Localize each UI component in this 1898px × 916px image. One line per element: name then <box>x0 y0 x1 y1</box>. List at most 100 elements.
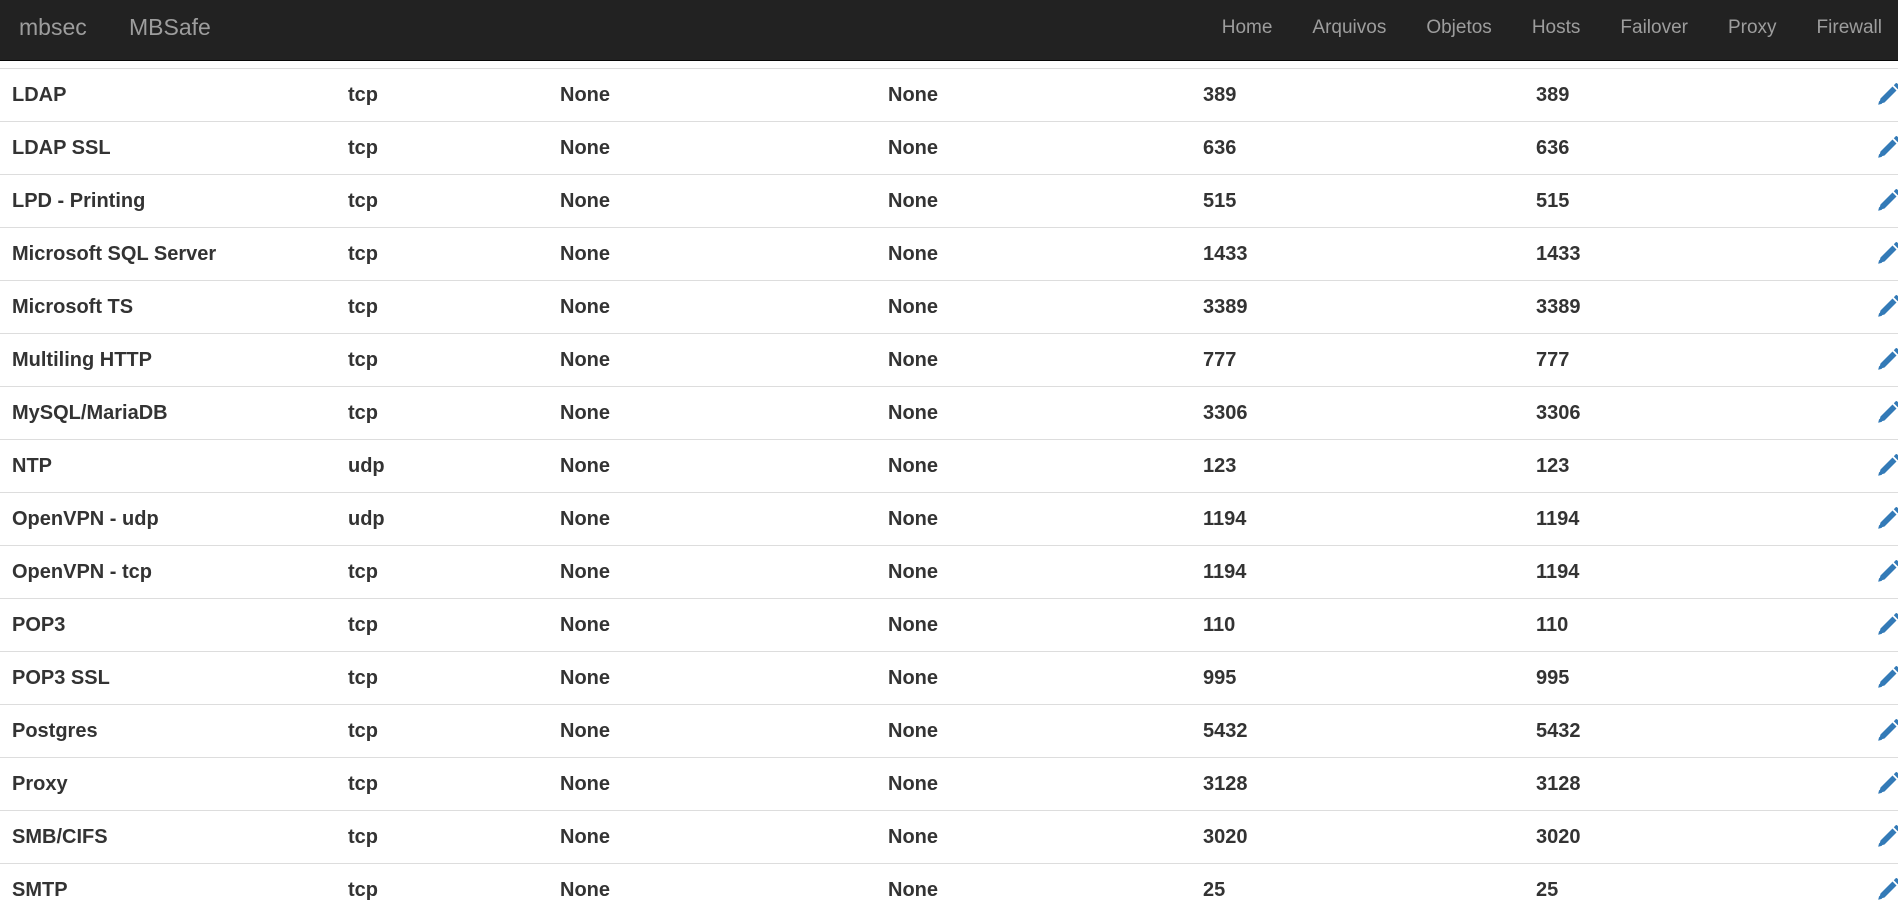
port-start-cell: 777 <box>1191 334 1524 387</box>
source-cell: None <box>548 228 876 281</box>
row-actions <box>1836 705 1898 757</box>
table-row: LDAP tcp None None 389 389 <box>0 69 1898 122</box>
actions-cell <box>1836 387 1898 440</box>
source-cell: None <box>548 69 876 122</box>
destination-cell: None <box>876 546 1191 599</box>
port-start-cell: 3306 <box>1191 387 1524 440</box>
source-cell: None <box>548 652 876 705</box>
row-actions <box>1836 281 1898 333</box>
port-start-cell: 995 <box>1191 652 1524 705</box>
source-cell: None <box>548 387 876 440</box>
table-row: POP3 SSL tcp None None 995 995 <box>0 652 1898 705</box>
destination-cell: None <box>876 705 1191 758</box>
destination-cell: None <box>876 387 1191 440</box>
actions-cell <box>1836 122 1898 175</box>
destination-cell: None <box>876 599 1191 652</box>
table-row: POP3 tcp None None 110 110 <box>0 599 1898 652</box>
destination-cell: None <box>876 652 1191 705</box>
table-row: OpenVPN - udp udp None None 1194 1194 <box>0 493 1898 546</box>
destination-cell: None <box>876 122 1191 175</box>
nav-objetos[interactable]: Objetos <box>1406 0 1511 55</box>
port-start-cell: 110 <box>1191 599 1524 652</box>
brand-mbsafe[interactable]: MBSafe <box>129 0 211 55</box>
pencil-icon[interactable] <box>1874 717 1898 745</box>
row-actions <box>1836 440 1898 492</box>
services-table-container: LDAP tcp None None 389 389 <box>0 68 1898 916</box>
port-start-cell: 389 <box>1191 69 1524 122</box>
row-actions <box>1836 652 1898 704</box>
pencil-icon[interactable] <box>1874 81 1898 109</box>
nav-failover[interactable]: Failover <box>1600 0 1708 55</box>
actions-cell <box>1836 705 1898 758</box>
destination-cell: None <box>876 281 1191 334</box>
nav-home[interactable]: Home <box>1202 0 1293 55</box>
service-name-cell: Multiling HTTP <box>0 334 336 387</box>
pencil-icon[interactable] <box>1874 346 1898 374</box>
port-end-cell: 1433 <box>1524 228 1836 281</box>
port-start-cell: 1194 <box>1191 493 1524 546</box>
row-actions <box>1836 334 1898 386</box>
pencil-icon[interactable] <box>1874 823 1898 851</box>
service-name-cell: OpenVPN - tcp <box>0 546 336 599</box>
pencil-icon[interactable] <box>1874 876 1898 904</box>
table-row: Multiling HTTP tcp None None 777 777 <box>0 334 1898 387</box>
destination-cell: None <box>876 334 1191 387</box>
service-name-cell: Microsoft SQL Server <box>0 228 336 281</box>
protocol-cell: tcp <box>336 705 548 758</box>
pencil-icon[interactable] <box>1874 611 1898 639</box>
table-row: Proxy tcp None None 3128 3128 <box>0 758 1898 811</box>
table-row: Microsoft SQL Server tcp None None 1433 … <box>0 228 1898 281</box>
service-name-cell: MySQL/MariaDB <box>0 387 336 440</box>
source-cell: None <box>548 705 876 758</box>
source-cell: None <box>548 175 876 228</box>
pencil-icon[interactable] <box>1874 293 1898 321</box>
port-start-cell: 5432 <box>1191 705 1524 758</box>
port-end-cell: 123 <box>1524 440 1836 493</box>
actions-cell <box>1836 546 1898 599</box>
protocol-cell: tcp <box>336 387 548 440</box>
pencil-icon[interactable] <box>1874 505 1898 533</box>
service-name-cell: POP3 SSL <box>0 652 336 705</box>
pencil-icon[interactable] <box>1874 664 1898 692</box>
port-start-cell: 3128 <box>1191 758 1524 811</box>
row-actions <box>1836 811 1898 863</box>
brand-mbsec[interactable]: mbsec <box>19 0 87 55</box>
destination-cell: None <box>876 440 1191 493</box>
nav-arquivos[interactable]: Arquivos <box>1292 0 1406 55</box>
port-end-cell: 3389 <box>1524 281 1836 334</box>
port-end-cell: 25 <box>1524 864 1836 916</box>
pencil-icon[interactable] <box>1874 558 1898 586</box>
protocol-cell: tcp <box>336 69 548 122</box>
actions-cell <box>1836 864 1898 916</box>
actions-cell <box>1836 175 1898 228</box>
pencil-icon[interactable] <box>1874 399 1898 427</box>
services-table: LDAP tcp None None 389 389 <box>0 68 1898 916</box>
pencil-icon[interactable] <box>1874 134 1898 162</box>
pencil-icon[interactable] <box>1874 452 1898 480</box>
nav-firewall[interactable]: Firewall <box>1797 0 1898 55</box>
protocol-cell: tcp <box>336 546 548 599</box>
pencil-icon[interactable] <box>1874 770 1898 798</box>
pencil-icon[interactable] <box>1874 240 1898 268</box>
service-name-cell: SMB/CIFS <box>0 811 336 864</box>
actions-cell <box>1836 228 1898 281</box>
protocol-cell: tcp <box>336 281 548 334</box>
port-end-cell: 3128 <box>1524 758 1836 811</box>
row-actions <box>1836 175 1898 227</box>
port-end-cell: 1194 <box>1524 546 1836 599</box>
port-end-cell: 636 <box>1524 122 1836 175</box>
nav-hosts[interactable]: Hosts <box>1512 0 1601 55</box>
protocol-cell: udp <box>336 493 548 546</box>
table-row: Microsoft TS tcp None None 3389 3389 <box>0 281 1898 334</box>
source-cell: None <box>548 599 876 652</box>
protocol-cell: tcp <box>336 811 548 864</box>
nav-proxy[interactable]: Proxy <box>1708 0 1797 55</box>
table-row: OpenVPN - tcp tcp None None 1194 1194 <box>0 546 1898 599</box>
top-navbar: mbsec MBSafe Home Arquivos Objetos Hosts… <box>0 0 1898 61</box>
port-start-cell: 123 <box>1191 440 1524 493</box>
source-cell: None <box>548 811 876 864</box>
row-actions <box>1836 758 1898 810</box>
pencil-icon[interactable] <box>1874 187 1898 215</box>
actions-cell <box>1836 334 1898 387</box>
source-cell: None <box>548 493 876 546</box>
